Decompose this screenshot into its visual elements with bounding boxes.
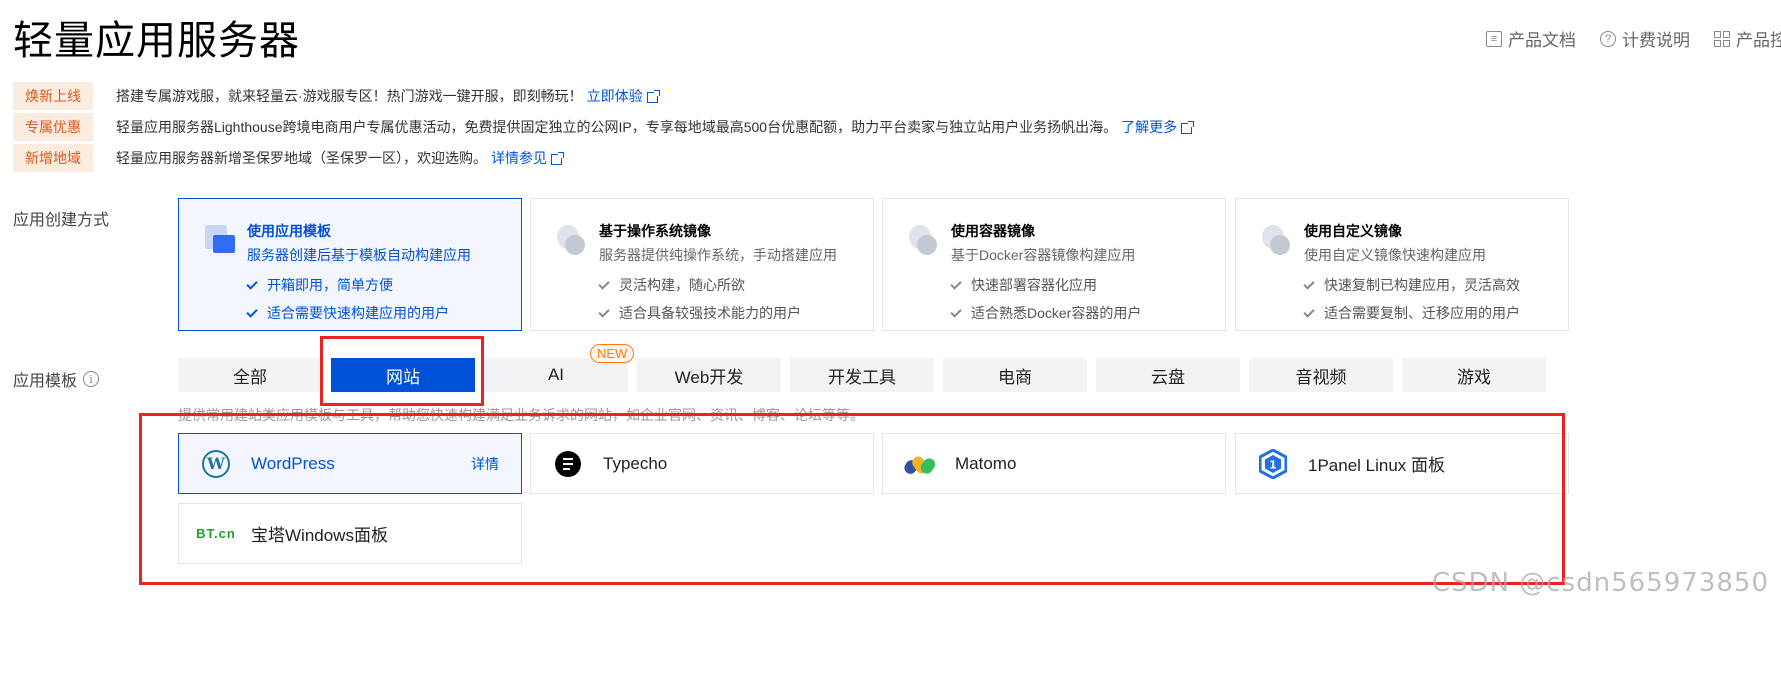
- tab-audio-video[interactable]: 音视频: [1249, 358, 1393, 392]
- check-icon: [950, 305, 962, 318]
- notice-tag: 焕新上线: [13, 82, 93, 110]
- info-icon[interactable]: i: [83, 371, 100, 387]
- notice-link[interactable]: 了解更多: [1121, 117, 1195, 137]
- notice-tag: 新增地域: [13, 144, 93, 172]
- top-link-console[interactable]: 产品控制台: [1714, 26, 1781, 51]
- top-links: ≡ 产品文档 ? 计费说明 产品控制台: [1486, 26, 1781, 51]
- tab-ai[interactable]: AI NEW: [484, 344, 635, 392]
- page-title: 轻量应用服务器: [13, 19, 300, 63]
- notice-row: 新增地域 轻量应用服务器新增圣保罗地域（圣保罗一区），欢迎选购。 详情参见: [13, 144, 564, 172]
- grid-icon: [1714, 30, 1730, 47]
- external-link-icon: [551, 151, 564, 165]
- notice-text: 搭建专属游戏服，就来轻量云·游戏服专区！热门游戏一键开服，即刻畅玩！: [116, 88, 583, 104]
- notice-row: 专属优惠 轻量应用服务器Lighthouse跨境电商用户专属优惠活动，免费提供固…: [13, 113, 1195, 141]
- container-image-icon: [909, 225, 939, 255]
- template-mode-icon: [205, 225, 235, 255]
- app-template-label: 应用模板 i: [13, 367, 100, 391]
- notice-text: 轻量应用服务器Lighthouse跨境电商用户专属优惠活动，免费提供固定独立的公…: [116, 119, 1118, 135]
- highlight-box-tab: [320, 336, 484, 406]
- check-icon: [1303, 277, 1315, 290]
- tab-all[interactable]: 全部: [178, 358, 322, 392]
- notice-row: 焕新上线 搭建专属游戏服，就来轻量云·游戏服专区！热门游戏一键开服，即刻畅玩！ …: [13, 82, 660, 110]
- creation-mode-label: 应用创建方式: [13, 212, 110, 229]
- tab-cloud-disk[interactable]: 云盘: [1096, 358, 1240, 392]
- mode-card-custom-image[interactable]: 使用自定义镜像 使用自定义镜像快速构建应用 快速复制已构建应用，灵活高效 适合需…: [1235, 198, 1569, 331]
- check-icon: [246, 277, 258, 290]
- external-link-icon: [646, 89, 660, 103]
- new-badge: NEW: [590, 344, 635, 363]
- help-circle-icon: ?: [1600, 30, 1616, 47]
- doc-icon: ≡: [1486, 30, 1502, 47]
- check-icon: [598, 305, 610, 318]
- mode-card-os-image[interactable]: 基于操作系统镜像 服务器提供纯操作系统，手动搭建应用 灵活构建，随心所欲 适合具…: [530, 198, 874, 331]
- tab-dev-tools[interactable]: 开发工具: [790, 358, 934, 392]
- check-icon: [950, 277, 962, 290]
- notice-link[interactable]: 详情参见: [491, 148, 564, 168]
- external-link-icon: [1181, 120, 1195, 134]
- tab-game[interactable]: 游戏: [1402, 358, 1546, 392]
- top-link-docs[interactable]: ≡ 产品文档: [1486, 26, 1576, 51]
- mode-card-template[interactable]: 使用应用模板 服务器创建后基于模板自动构建应用 开箱即用，简单方便 适合需要快速…: [178, 198, 522, 331]
- notice-tag: 专属优惠: [13, 113, 93, 141]
- check-icon: [598, 277, 610, 290]
- custom-image-icon: [1262, 225, 1292, 255]
- top-link-billing[interactable]: ? 计费说明: [1600, 26, 1690, 51]
- check-icon: [246, 305, 258, 318]
- watermark: CSDN @csdn565973850: [1431, 568, 1769, 598]
- tab-ecommerce[interactable]: 电商: [943, 358, 1087, 392]
- notice-link[interactable]: 立即体验: [587, 86, 660, 106]
- highlight-box-templates: [139, 413, 1565, 585]
- check-icon: [1303, 305, 1315, 318]
- tab-web-dev[interactable]: Web开发: [637, 358, 781, 392]
- os-image-icon: [557, 225, 587, 255]
- mode-card-container-image[interactable]: 使用容器镜像 基于Docker容器镜像构建应用 快速部署容器化应用 适合熟悉Do…: [882, 198, 1226, 331]
- notice-text: 轻量应用服务器新增圣保罗地域（圣保罗一区），欢迎选购。: [116, 150, 487, 166]
